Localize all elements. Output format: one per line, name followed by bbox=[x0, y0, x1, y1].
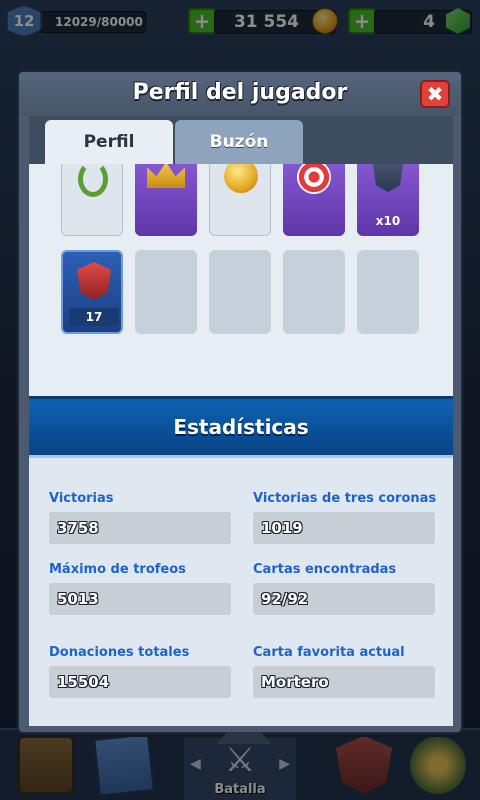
modal-header: Perfil del jugador ✖ bbox=[19, 72, 461, 116]
tab-mailbox[interactable]: Buzón bbox=[175, 120, 303, 164]
swords-shield-icon bbox=[373, 164, 403, 192]
stat-value-wins: 3758 bbox=[49, 512, 231, 544]
badge-medal[interactable] bbox=[209, 164, 271, 236]
badge-slot-empty bbox=[209, 250, 271, 334]
badge-slot-empty bbox=[357, 250, 419, 334]
stat-label-total-donations: Donaciones totales bbox=[49, 645, 190, 660]
badge-shield[interactable]: 17 bbox=[61, 250, 123, 334]
badge-laurel-sword[interactable] bbox=[61, 164, 123, 236]
clan-shield-icon bbox=[77, 262, 111, 300]
profile-content[interactable]: x10 17 Estadísticas Victorias 3758 Victo… bbox=[29, 164, 453, 726]
laurel-sword-icon bbox=[78, 164, 108, 197]
tab-profile[interactable]: Perfil bbox=[45, 120, 173, 164]
badge-slot-empty bbox=[283, 250, 345, 334]
stats-title: Estadísticas bbox=[173, 415, 309, 439]
stat-label-favorite-card: Carta favorita actual bbox=[253, 645, 405, 660]
stat-value-cards-found: 92/92 bbox=[253, 583, 435, 615]
close-button[interactable]: ✖ bbox=[420, 80, 450, 108]
stat-value-favorite-card: Mortero bbox=[253, 666, 435, 698]
stat-value-total-donations: 15504 bbox=[49, 666, 231, 698]
stat-label-cards-found: Cartas encontradas bbox=[253, 562, 397, 577]
badge-count: x10 bbox=[375, 214, 401, 228]
scroll-handle[interactable] bbox=[216, 732, 272, 744]
stat-label-max-trophies: Máximo de trofeos bbox=[49, 562, 186, 577]
badge-level: 17 bbox=[69, 308, 119, 326]
player-profile-modal: Perfil del jugador ✖ Perfil Buzón x10 17… bbox=[17, 70, 463, 744]
badges-grid: x10 17 bbox=[29, 164, 453, 396]
stat-label-three-crown-wins: Victorias de tres coronas bbox=[253, 491, 437, 506]
gold-medal-icon bbox=[224, 164, 258, 193]
stat-label-wins: Victorias bbox=[49, 491, 114, 506]
stat-value-three-crown-wins: 1019 bbox=[253, 512, 435, 544]
stat-value-max-trophies: 5013 bbox=[49, 583, 231, 615]
close-icon: ✖ bbox=[426, 82, 444, 106]
badge-target[interactable] bbox=[283, 164, 345, 236]
stats-section-header: Estadísticas bbox=[29, 396, 453, 458]
tab-bar: Perfil Buzón bbox=[29, 116, 453, 164]
target-icon bbox=[297, 164, 331, 194]
badge-slot-empty bbox=[135, 250, 197, 334]
crown-icon bbox=[147, 164, 185, 188]
badge-swords[interactable]: x10 bbox=[357, 164, 419, 236]
modal-title: Perfil del jugador bbox=[132, 80, 348, 105]
badge-crown[interactable] bbox=[135, 164, 197, 236]
